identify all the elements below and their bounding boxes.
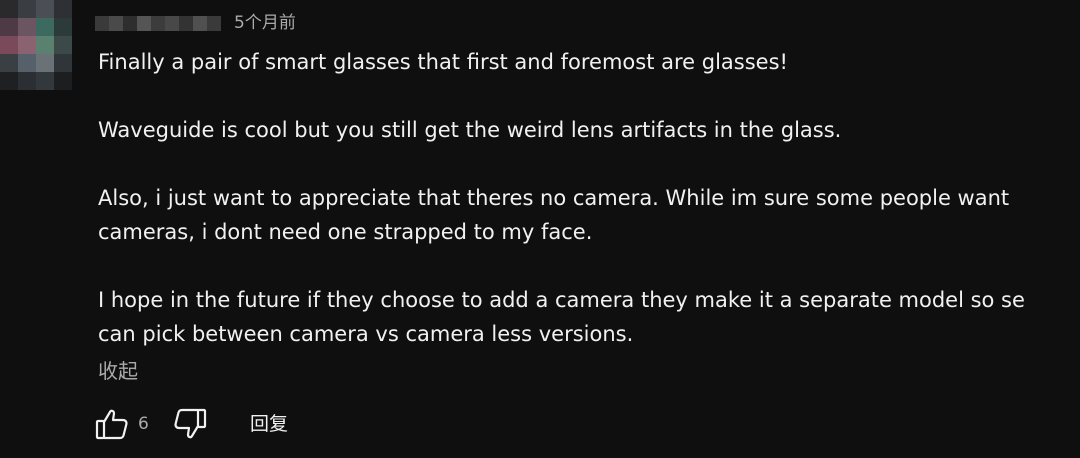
like-count: 6	[138, 414, 149, 434]
comment-paragraph: Finally a pair of smart glasses that fir…	[98, 50, 788, 74]
comment-actions: 6 回复	[94, 406, 354, 442]
like-button[interactable]	[94, 406, 130, 442]
dislike-button[interactable]	[172, 406, 208, 442]
comment-paragraph: Waveguide is cool but you still get the …	[98, 118, 842, 142]
thumbs-up-icon	[95, 409, 128, 440]
thumbs-down-icon	[174, 408, 207, 439]
comment-paragraph: I hope in the future if they choose to a…	[98, 288, 1025, 346]
username-blurred[interactable]	[95, 16, 221, 31]
avatar[interactable]	[0, 0, 72, 90]
comment-body: Finally a pair of smart glasses that fir…	[98, 45, 1068, 351]
reply-button[interactable]: 回复	[250, 410, 288, 438]
collapse-link[interactable]: 收起	[98, 357, 138, 385]
comment-paragraph: Also, i just want to appreciate that the…	[98, 186, 1010, 244]
comment-timestamp[interactable]: 5个月前	[234, 11, 296, 35]
